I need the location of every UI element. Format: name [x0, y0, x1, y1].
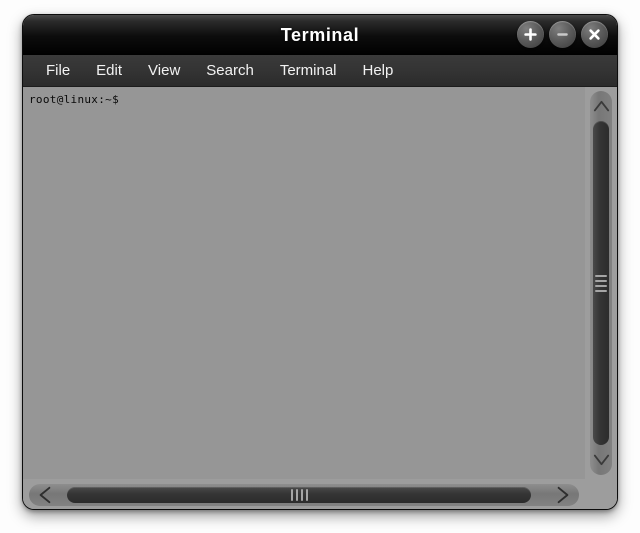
window-controls [517, 21, 608, 48]
scroll-down-button[interactable] [590, 447, 612, 473]
minus-icon [557, 33, 568, 36]
plus-icon [524, 28, 537, 41]
shell-prompt: root@linux:~$ [29, 93, 119, 106]
minimize-button[interactable] [549, 21, 576, 48]
scroll-right-button[interactable] [549, 484, 577, 506]
desktop-background: Terminal File Edit View Search Terminal … [0, 0, 640, 533]
vertical-thumb-grip [595, 274, 607, 292]
terminal-screen[interactable]: root@linux:~$ [23, 87, 585, 479]
terminal-window: Terminal File Edit View Search Terminal … [22, 14, 618, 510]
scroll-up-button[interactable] [590, 93, 612, 119]
title-bar[interactable]: Terminal [23, 15, 617, 55]
menu-item-help[interactable]: Help [350, 59, 407, 82]
horizontal-thumb-grip [290, 488, 308, 501]
menu-item-view[interactable]: View [135, 59, 193, 82]
terminal-body: root@linux:~$ [23, 87, 617, 509]
menu-bar: File Edit View Search Terminal Help [23, 55, 617, 87]
vertical-scroll-track[interactable] [590, 91, 612, 475]
chevron-down-icon [593, 454, 609, 466]
menu-item-edit[interactable]: Edit [83, 59, 135, 82]
close-button[interactable] [581, 21, 608, 48]
menu-item-search[interactable]: Search [193, 59, 267, 82]
chevron-left-icon [39, 486, 51, 503]
vertical-scrollbar[interactable] [585, 87, 617, 479]
maximize-button[interactable] [517, 21, 544, 48]
chevron-up-icon [593, 100, 609, 112]
horizontal-scroll-thumb[interactable] [67, 486, 531, 503]
scroll-left-button[interactable] [31, 484, 59, 506]
scrollbar-corner [585, 479, 617, 509]
horizontal-scrollbar[interactable] [23, 479, 585, 509]
horizontal-scroll-track[interactable] [29, 483, 579, 506]
close-icon [589, 29, 600, 40]
vertical-scroll-thumb[interactable] [593, 121, 609, 445]
menu-item-file[interactable]: File [33, 59, 83, 82]
chevron-right-icon [557, 486, 569, 503]
menu-item-terminal[interactable]: Terminal [267, 59, 350, 82]
